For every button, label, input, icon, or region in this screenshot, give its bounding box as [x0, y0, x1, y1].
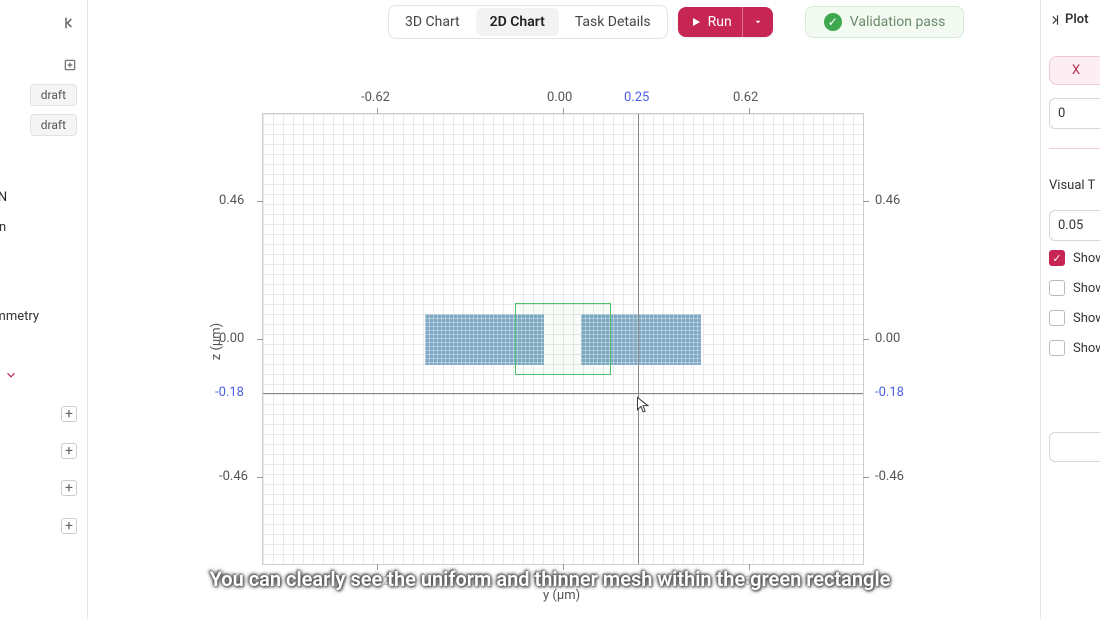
- tab-task-details[interactable]: Task Details: [561, 8, 665, 36]
- checkbox-label: Show: [1073, 251, 1100, 266]
- x-tick-label: 0.00: [547, 90, 572, 105]
- z-tick-label: 0.00: [219, 331, 244, 346]
- panel-header[interactable]: Plot: [1047, 12, 1088, 27]
- chevron-down-icon[interactable]: [4, 368, 18, 386]
- sidebar-item-domain[interactable]: omain: [0, 220, 6, 235]
- z-tick-label: -0.46: [875, 469, 904, 484]
- expand-icon: [1047, 13, 1061, 27]
- validation-badge: ✓ Validation pass: [805, 6, 965, 38]
- cursor-z-label: -0.18: [875, 385, 904, 400]
- chart-area: z (μm) y (μm) -0.62-0.620.000.000.620.62…: [88, 44, 1040, 619]
- check-icon: ✓: [824, 13, 842, 31]
- plot-canvas[interactable]: [263, 114, 863, 564]
- checkbox[interactable]: [1049, 280, 1065, 296]
- validation-text: Validation pass: [850, 14, 946, 30]
- play-icon: [690, 16, 702, 28]
- empty-input[interactable]: [1049, 432, 1100, 462]
- divider: [1049, 148, 1100, 149]
- z-tick-label: 0.46: [875, 193, 900, 208]
- x-value-input[interactable]: 0: [1049, 98, 1100, 129]
- add-icon[interactable]: +: [61, 443, 77, 459]
- sidebar-collapse-button[interactable]: [61, 14, 79, 32]
- cursor-z-label: -0.18: [215, 385, 244, 400]
- visual-label: Visual T: [1049, 178, 1095, 193]
- cursor-x-label: 0.25: [624, 90, 649, 105]
- run-dropdown[interactable]: [742, 7, 773, 37]
- checkbox-label: Show: [1073, 311, 1100, 326]
- visual-value-input[interactable]: 0.05: [1049, 210, 1100, 241]
- cursor-x-label: 0.25: [624, 574, 649, 589]
- checkbox-label: Show: [1073, 281, 1100, 296]
- sidebar-section-label: ATION: [0, 190, 7, 205]
- x-axis-label: y (μm): [543, 588, 580, 603]
- chevron-down-icon: [753, 17, 763, 27]
- panel-title: Plot: [1065, 12, 1088, 27]
- cursor-line-v: [638, 114, 639, 564]
- right-panel: Plot X 0 Visual T 0.05 ✓ Show Show Show …: [1040, 0, 1100, 619]
- x-tick-label: 0.00: [547, 574, 572, 589]
- x-tick-label: 0.62: [733, 90, 758, 105]
- checkbox[interactable]: [1049, 340, 1065, 356]
- tab-2d-chart[interactable]: 2D Chart: [476, 8, 559, 36]
- cursor-line-h: [263, 393, 863, 394]
- chart-tabs: 3D Chart 2D Chart Task Details: [388, 5, 668, 39]
- status-chip: draft: [30, 84, 77, 106]
- add-icon[interactable]: +: [61, 406, 77, 422]
- left-sidebar: draft draft ATION omain tion d Symmetry …: [0, 0, 88, 619]
- show-option-row[interactable]: Show: [1049, 280, 1100, 296]
- show-option-row[interactable]: Show: [1049, 340, 1100, 356]
- checkbox[interactable]: [1049, 310, 1065, 326]
- checkbox-label: Show: [1073, 341, 1100, 356]
- run-button[interactable]: Run: [678, 7, 773, 37]
- z-tick-label: 0.00: [875, 331, 900, 346]
- mesh-override-box: [515, 303, 611, 375]
- add-item-icon[interactable]: [61, 56, 79, 74]
- show-option-row[interactable]: ✓ Show: [1049, 250, 1100, 266]
- top-toolbar: 3D Chart 2D Chart Task Details Run ✓ Val…: [88, 0, 1100, 44]
- z-tick-label: 0.46: [219, 193, 244, 208]
- add-icon[interactable]: +: [61, 518, 77, 534]
- z-tick-label: -0.46: [219, 469, 248, 484]
- sidebar-item-symmetry[interactable]: d Symmetry: [0, 309, 39, 324]
- checkbox[interactable]: ✓: [1049, 250, 1065, 266]
- add-icon[interactable]: +: [61, 480, 77, 496]
- axis-x-pill[interactable]: X: [1049, 56, 1100, 85]
- show-option-row[interactable]: Show: [1049, 310, 1100, 326]
- run-label: Run: [708, 14, 732, 30]
- tab-3d-chart[interactable]: 3D Chart: [391, 8, 474, 36]
- x-tick-label: -0.62: [361, 90, 390, 105]
- x-tick-label: 0.62: [733, 574, 758, 589]
- status-chip: draft: [30, 114, 77, 136]
- x-tick-label: -0.62: [361, 574, 390, 589]
